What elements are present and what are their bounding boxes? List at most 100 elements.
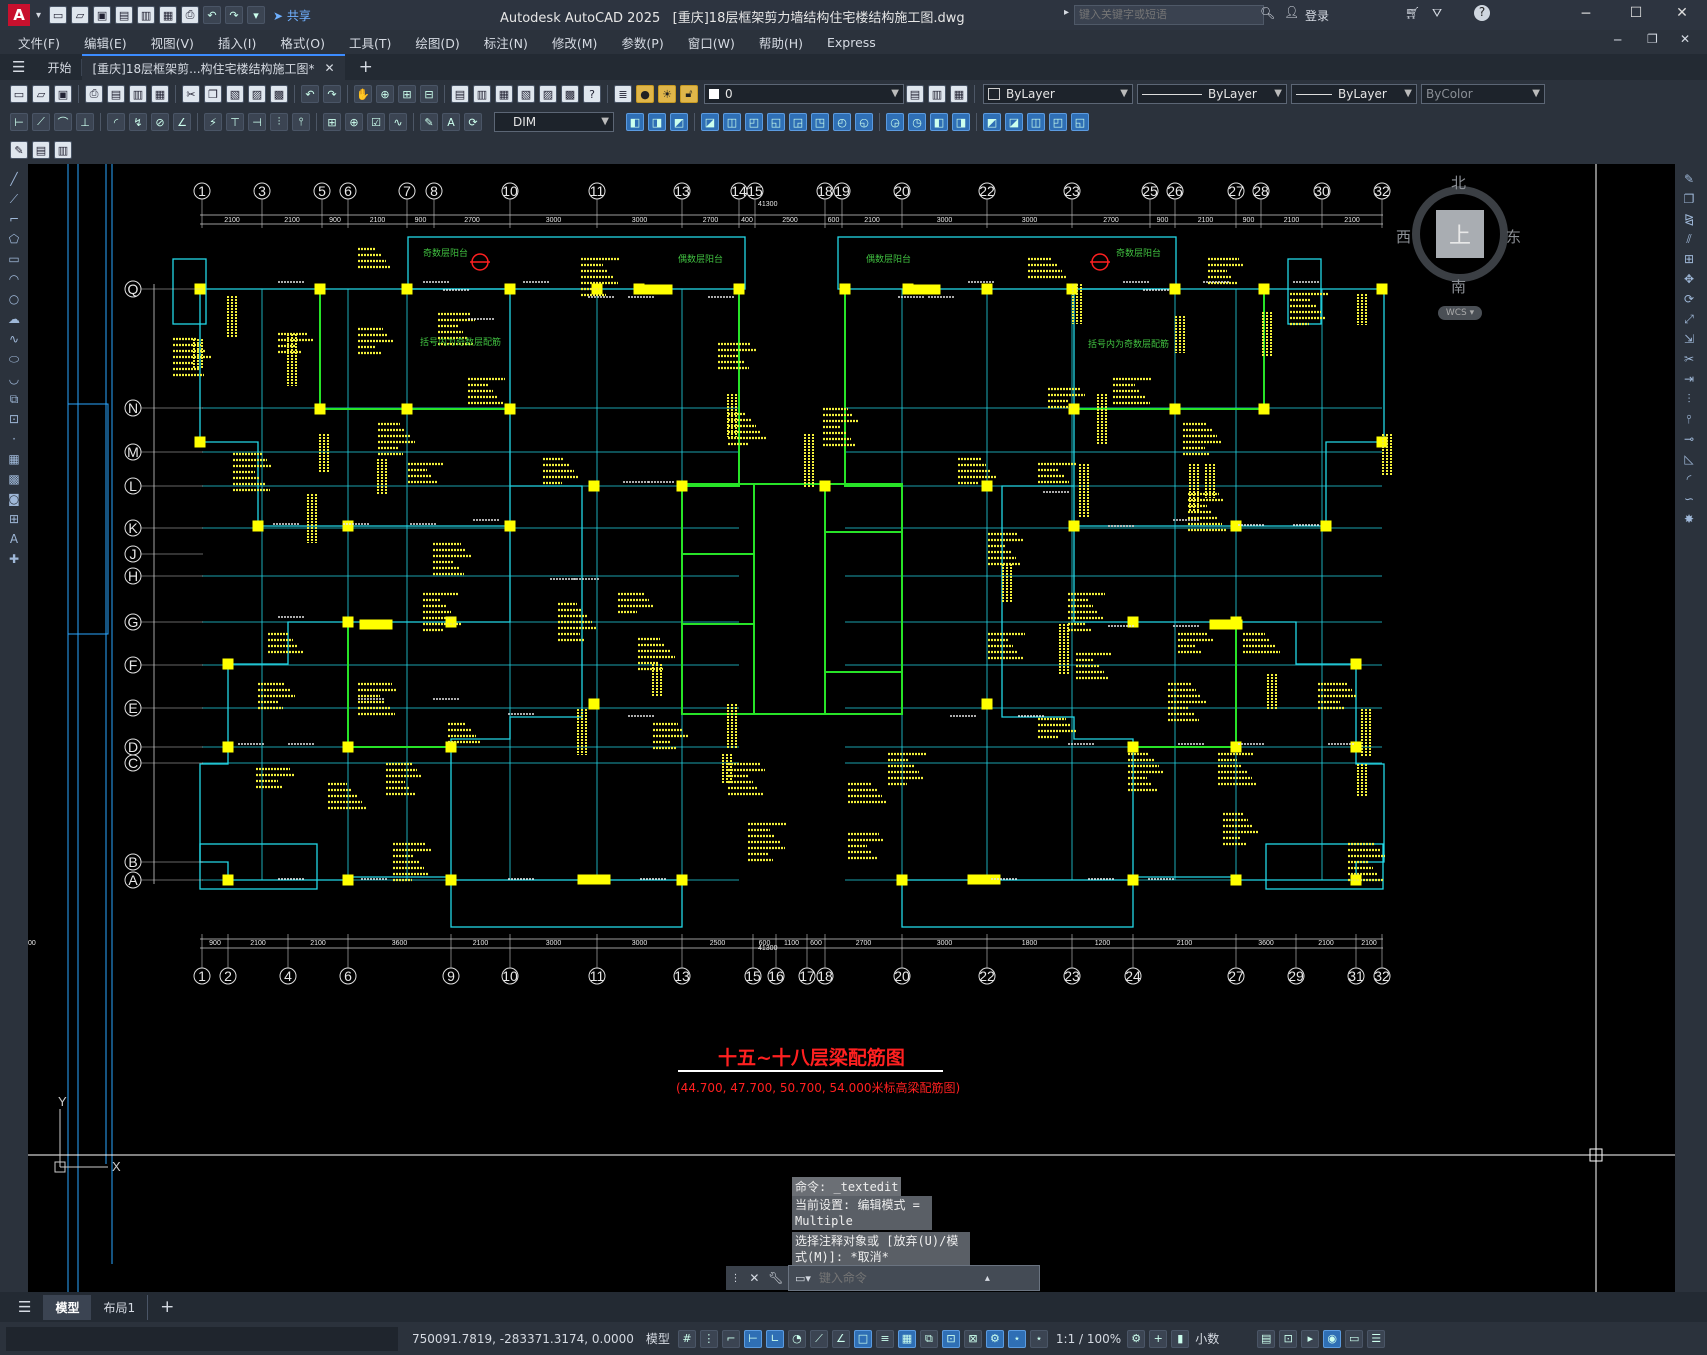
3d-osnap-icon[interactable]: ⊡ <box>941 1329 960 1348</box>
annotation-scale[interactable]: 1:1 / 100% <box>1056 1332 1121 1346</box>
copy-object-icon[interactable]: ❐ <box>1679 192 1699 210</box>
doc-minimize-button[interactable]: ─ <box>1614 33 1621 47</box>
units-icon[interactable]: ▮ <box>1171 1329 1190 1348</box>
modify-tool-20-icon[interactable]: ◱ <box>1071 113 1089 131</box>
dim-arc-icon[interactable]: ⌒ <box>54 113 72 131</box>
revcloud-icon[interactable]: ☁︎ <box>4 312 24 330</box>
paste-icon[interactable]: ▧ <box>226 85 244 103</box>
save-icon[interactable]: ▣ <box>93 6 112 24</box>
block-attribute-icon[interactable]: ▤ <box>32 141 50 159</box>
print-icon[interactable]: ⎙ <box>181 6 200 24</box>
dim-space-icon[interactable]: ⫶ <box>270 113 288 131</box>
move-icon[interactable]: ✥ <box>1679 272 1699 290</box>
lineweight-icon[interactable]: ≡ <box>875 1329 894 1348</box>
join-icon[interactable]: ⊸ <box>1679 432 1699 450</box>
markup-icon[interactable]: ▨ <box>539 85 557 103</box>
layer-properties-icon[interactable]: ≣ <box>614 85 632 103</box>
stretch-icon[interactable]: ⇲ <box>1679 332 1699 350</box>
viewcube[interactable]: 北 南 西 东 上 WCS ▾ <box>1396 172 1521 322</box>
dim-break-icon[interactable]: ⫯ <box>292 113 310 131</box>
osnap-icon[interactable]: □ <box>853 1329 872 1348</box>
arc-icon[interactable]: ◠ <box>4 272 24 290</box>
menu-file[interactable]: 文件(F) <box>6 33 72 52</box>
insert-block-icon[interactable]: ⧉ <box>4 392 24 410</box>
qnew-icon[interactable]: ▭ <box>10 85 28 103</box>
menu-insert[interactable]: 插入(I) <box>206 33 268 52</box>
explode-icon[interactable]: ✸ <box>1679 512 1699 530</box>
polyline-icon[interactable]: ⌐ <box>4 212 24 230</box>
modify-tool-5-icon[interactable]: ◫ <box>723 113 741 131</box>
make-block-icon[interactable]: ⊡ <box>4 412 24 430</box>
qat-customize-icon[interactable]: ▾ <box>247 6 266 24</box>
dim-baseline-icon[interactable]: ⊤ <box>226 113 244 131</box>
share-button[interactable]: ➤ 共享 <box>273 7 311 24</box>
snap-icon[interactable]: ⋮ <box>699 1329 718 1348</box>
menu-view[interactable]: 视图(V) <box>139 33 206 52</box>
dim-angular-icon[interactable]: ∠ <box>173 113 191 131</box>
annotation-monitor-icon[interactable]: + <box>1149 1329 1168 1348</box>
modify-tool-1-icon[interactable]: ◧ <box>626 113 644 131</box>
dimstyle-dropdown[interactable]: DIM ▼ <box>494 112 614 132</box>
blend-icon[interactable]: ∽ <box>1679 492 1699 510</box>
menu-tools[interactable]: 工具(T) <box>337 33 403 52</box>
menu-dimension[interactable]: 标注(N) <box>472 33 540 52</box>
app-menu-chevron-icon[interactable]: ▾ <box>36 10 41 21</box>
layer-dropdown[interactable]: 0 ▼ <box>704 84 904 104</box>
layer-freeze-icon[interactable]: ☀ <box>658 85 676 103</box>
customization-icon[interactable]: ☰ <box>1367 1329 1386 1348</box>
plot-preview-icon[interactable]: ▤ <box>107 85 125 103</box>
new-file-icon[interactable]: ▭ <box>49 6 68 24</box>
menu-edit[interactable]: 编辑(E) <box>72 33 139 52</box>
viewcube-north[interactable]: 北 <box>1451 172 1466 193</box>
command-input[interactable] <box>816 1270 981 1286</box>
open-icon[interactable]: ▱ <box>32 85 50 103</box>
cart-icon[interactable]: 🛒︎ <box>1405 6 1420 20</box>
hamburger-menu-icon[interactable]: ☰ <box>12 58 25 76</box>
quickcalc-icon[interactable]: ▩ <box>561 85 579 103</box>
units-value[interactable]: 小数 <box>1195 1330 1255 1347</box>
selection-cycling-icon[interactable]: ⧉ <box>919 1329 938 1348</box>
layer-on-icon[interactable]: ● <box>636 85 654 103</box>
properties-icon[interactable]: ▤ <box>451 85 469 103</box>
construction-line-icon[interactable]: ⟋ <box>4 192 24 210</box>
maximize-button[interactable]: ☐ <box>1616 5 1656 21</box>
color-dropdown[interactable]: ByLayer ▼ <box>983 84 1133 104</box>
grid-icon[interactable]: # <box>677 1329 696 1348</box>
transparency-icon[interactable]: ▦ <box>897 1329 916 1348</box>
copy-icon[interactable]: ❐ <box>204 85 222 103</box>
undo-icon[interactable]: ↶ <box>203 6 222 24</box>
dim-ordinate-icon[interactable]: ⊥ <box>76 113 94 131</box>
app-logo-icon[interactable]: A <box>8 4 30 26</box>
tab-close-icon[interactable]: ✕ <box>325 61 335 75</box>
modify-tool-19-icon[interactable]: ◰ <box>1049 113 1067 131</box>
extend-icon[interactable]: ⇥ <box>1679 372 1699 390</box>
line-icon[interactable]: ╱ <box>4 172 24 190</box>
rectangle-icon[interactable]: ▭ <box>4 252 24 270</box>
model-space-button[interactable]: 模型 <box>646 1330 670 1347</box>
object-track-icon[interactable]: ∠ <box>831 1329 850 1348</box>
linetype-dropdown[interactable]: ByLayer ▼ <box>1137 84 1287 104</box>
drawing-canvas[interactable]: Y X 1 3 5 6 7 8 10 11 13 14 15 18 19 20 22 23 25 26 27 28 30… <box>28 164 1675 1292</box>
array-icon[interactable]: ⊞ <box>1679 252 1699 270</box>
dim-radius-icon[interactable]: ◜ <box>107 113 125 131</box>
modify-tool-2-icon[interactable]: ◨ <box>648 113 666 131</box>
dim-update-icon[interactable]: ⟳ <box>464 113 482 131</box>
publish-icon[interactable]: ▥ <box>129 85 147 103</box>
modify-tool-3-icon[interactable]: ◩ <box>670 113 688 131</box>
undo-toolbar-icon[interactable]: ↶ <box>301 85 319 103</box>
isolate-objects-icon[interactable]: ▸ <box>1301 1329 1320 1348</box>
clean-screen-icon[interactable]: ▭ <box>1345 1329 1364 1348</box>
dim-continue-icon[interactable]: ⊣ <box>248 113 266 131</box>
user-icon[interactable]: 👤︎ <box>1284 5 1299 19</box>
new-tab-icon[interactable]: + <box>359 57 373 77</box>
web-open-icon[interactable]: ▥ <box>137 6 156 24</box>
jogged-linear-icon[interactable]: ∿ <box>389 113 407 131</box>
layout-menu-icon[interactable]: ☰ <box>18 1298 31 1316</box>
viewcube-east[interactable]: 东 <box>1506 226 1521 247</box>
make-current-icon[interactable]: ▤ <box>906 85 924 103</box>
selection-filter-icon[interactable]: ⚙︎ <box>985 1329 1004 1348</box>
modify-tool-8-icon[interactable]: ◲ <box>789 113 807 131</box>
hatch-icon[interactable]: ▦ <box>4 452 24 470</box>
wcs-menu[interactable]: WCS ▾ <box>1438 306 1482 320</box>
zoom-previous-icon[interactable]: ⊟ <box>420 85 438 103</box>
